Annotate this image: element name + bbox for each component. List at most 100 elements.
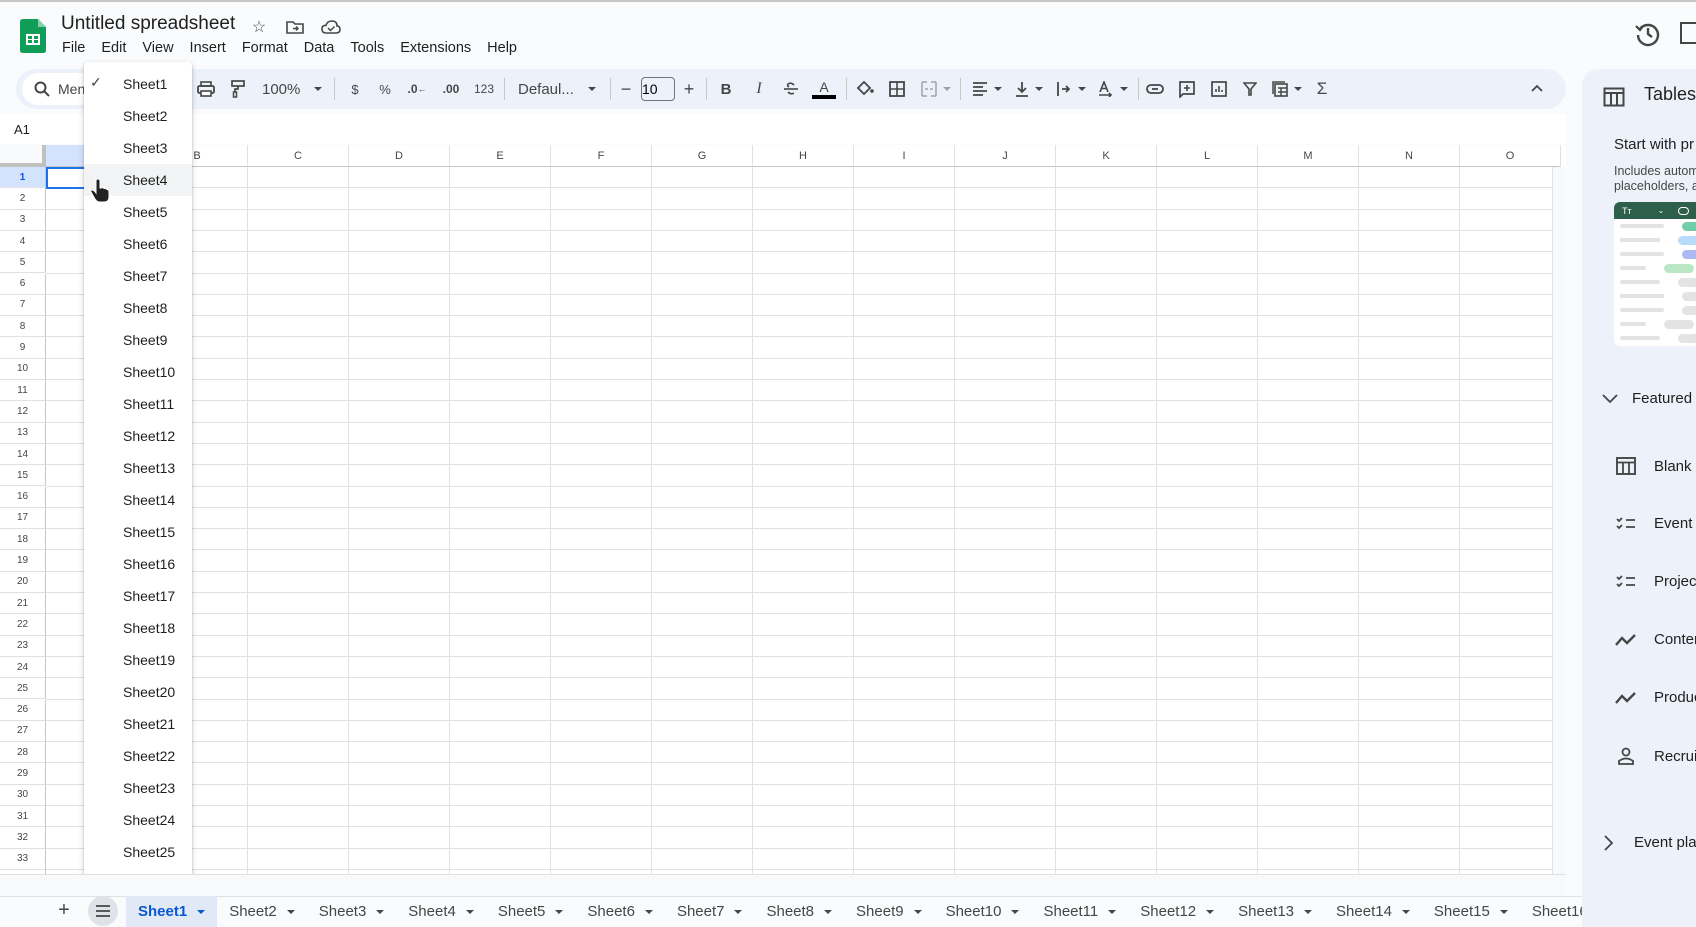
sheet-tab[interactable]: Sheet7 [665,896,755,927]
row-header-12[interactable]: 12 [0,401,46,423]
menu-file[interactable]: File [62,40,93,56]
move-to-folder-icon[interactable] [283,15,307,39]
sheet-tab[interactable]: Sheet14 [1324,896,1422,927]
column-header-e[interactable]: E [450,145,551,167]
italic-button[interactable]: I [748,76,770,102]
sheet-tab[interactable]: Sheet8 [754,896,844,927]
percent-format-button[interactable]: % [375,76,395,102]
row-header-6[interactable]: 6 [0,273,46,295]
row-header-3[interactable]: 3 [0,209,46,231]
featured-section-header[interactable]: Featured [1602,390,1692,407]
sheet-menu-item[interactable]: Sheet6 [84,228,192,260]
all-sheets-button[interactable] [88,896,118,926]
vertical-scrollbar[interactable] [1552,167,1566,874]
merge-cells-icon[interactable] [918,76,954,102]
name-box[interactable]: A1 [14,122,30,137]
sheet-tab[interactable]: Sheet13 [1226,896,1324,927]
font-family-select[interactable]: Defaul... [518,76,598,102]
chevron-down-icon[interactable] [286,909,295,914]
row-header-20[interactable]: 20 [0,571,46,593]
row-header-14[interactable]: 14 [0,443,46,466]
row-header-10[interactable]: 10 [0,358,46,380]
row-header-26[interactable]: 26 [0,699,46,721]
collapse-toolbar-icon[interactable] [1530,80,1544,98]
text-rotation-icon[interactable] [1096,76,1130,102]
functions-button[interactable]: Σ [1312,76,1332,102]
sheet-tab[interactable]: Sheet10 [934,896,1032,927]
row-header-16[interactable]: 16 [0,486,46,508]
filter-icon[interactable] [1239,76,1261,102]
sheet-tab[interactable]: Sheet6 [575,896,665,927]
chevron-down-icon[interactable] [197,909,206,914]
column-header-j[interactable]: J [955,145,1056,167]
row-header-5[interactable]: 5 [0,252,46,274]
column-header-f[interactable]: F [551,145,652,167]
row-header-17[interactable]: 17 [0,507,46,530]
menu-edit[interactable]: Edit [101,40,134,56]
comments-icon[interactable] [1680,22,1696,44]
zoom-select[interactable]: 100% [262,76,324,102]
menu-data[interactable]: Data [304,40,343,56]
column-header-m[interactable]: M [1258,145,1359,167]
row-header-18[interactable]: 18 [0,529,46,551]
sheet-tab[interactable]: Sheet3 [307,896,397,927]
row-header-31[interactable]: 31 [0,806,46,828]
cloud-saved-icon[interactable] [319,15,343,39]
column-header-c[interactable]: C [248,145,349,167]
row-header-11[interactable]: 11 [0,380,46,402]
sheet-tab[interactable]: Sheet11 [1031,896,1128,927]
sheet-menu-item[interactable]: Sheet17 [84,580,192,612]
menu-tools[interactable]: Tools [350,40,392,56]
row-header-22[interactable]: 22 [0,614,46,636]
row-header-15[interactable]: 15 [0,465,46,487]
sheet-tab[interactable]: Sheet5 [486,896,576,927]
chevron-down-icon[interactable] [465,909,474,914]
menu-insert[interactable]: Insert [190,40,234,56]
sheet-tab[interactable]: Sheet1 [126,896,218,927]
chevron-down-icon[interactable] [1304,909,1313,914]
row-header-13[interactable]: 13 [0,422,46,444]
select-all-corner[interactable] [0,145,46,167]
template-item[interactable]: Produc [1615,689,1696,706]
column-header-h[interactable]: H [753,145,854,167]
row-header-19[interactable]: 19 [0,550,46,572]
sheet-menu-item[interactable]: Sheet14 [84,484,192,516]
sheet-menu-item[interactable]: Sheet9 [84,324,192,356]
sheet-menu-item[interactable]: Sheet23 [84,772,192,804]
google-sheets-logo[interactable] [20,19,46,53]
strikethrough-icon[interactable] [780,76,802,102]
row-header-2[interactable]: 2 [0,188,46,210]
chevron-down-icon[interactable] [734,909,743,914]
version-history-icon[interactable] [1634,20,1662,48]
column-header-n[interactable]: N [1359,145,1460,167]
table-preview-image[interactable]: Tт ⌄ [1614,202,1696,346]
sheet-menu-item[interactable]: ✓ Sheet1 [84,68,192,100]
column-header-l[interactable]: L [1157,145,1258,167]
row-header-7[interactable]: 7 [0,294,46,317]
menu-view[interactable]: View [142,40,181,56]
number-format-button[interactable]: 123 [472,76,496,102]
row-header-9[interactable]: 9 [0,337,46,359]
column-header-k[interactable]: K [1056,145,1157,167]
chevron-down-icon[interactable] [644,909,653,914]
sheet-menu-item[interactable]: Sheet21 [84,708,192,740]
template-item[interactable]: Project [1615,573,1696,590]
sheet-menu-item[interactable]: Sheet15 [84,516,192,548]
event-planning-section-header[interactable]: Event pla [1604,834,1696,851]
table-views-icon[interactable] [1269,76,1305,102]
sheet-menu-item[interactable]: Sheet18 [84,612,192,644]
sheet-menu-item[interactable]: Sheet25 [84,836,192,868]
row-header-4[interactable]: 4 [0,230,46,253]
currency-format-button[interactable]: $ [345,76,365,102]
row-header-33[interactable]: 33 [0,848,46,870]
bold-button[interactable]: B [715,76,737,102]
column-header-d[interactable]: D [349,145,450,167]
font-size-input[interactable] [641,77,675,101]
chevron-down-icon[interactable] [1499,909,1508,914]
row-header-1[interactable]: 1 [0,167,46,189]
sheet-menu-item[interactable]: Sheet11 [84,388,192,420]
spreadsheet-grid[interactable]: ABCDEFGHIJKLMNO1234567891011121314151617… [0,145,1566,874]
insert-link-icon[interactable] [1143,76,1167,102]
sheet-tab[interactable]: Sheet15 [1422,896,1520,927]
row-header-30[interactable]: 30 [0,784,46,806]
